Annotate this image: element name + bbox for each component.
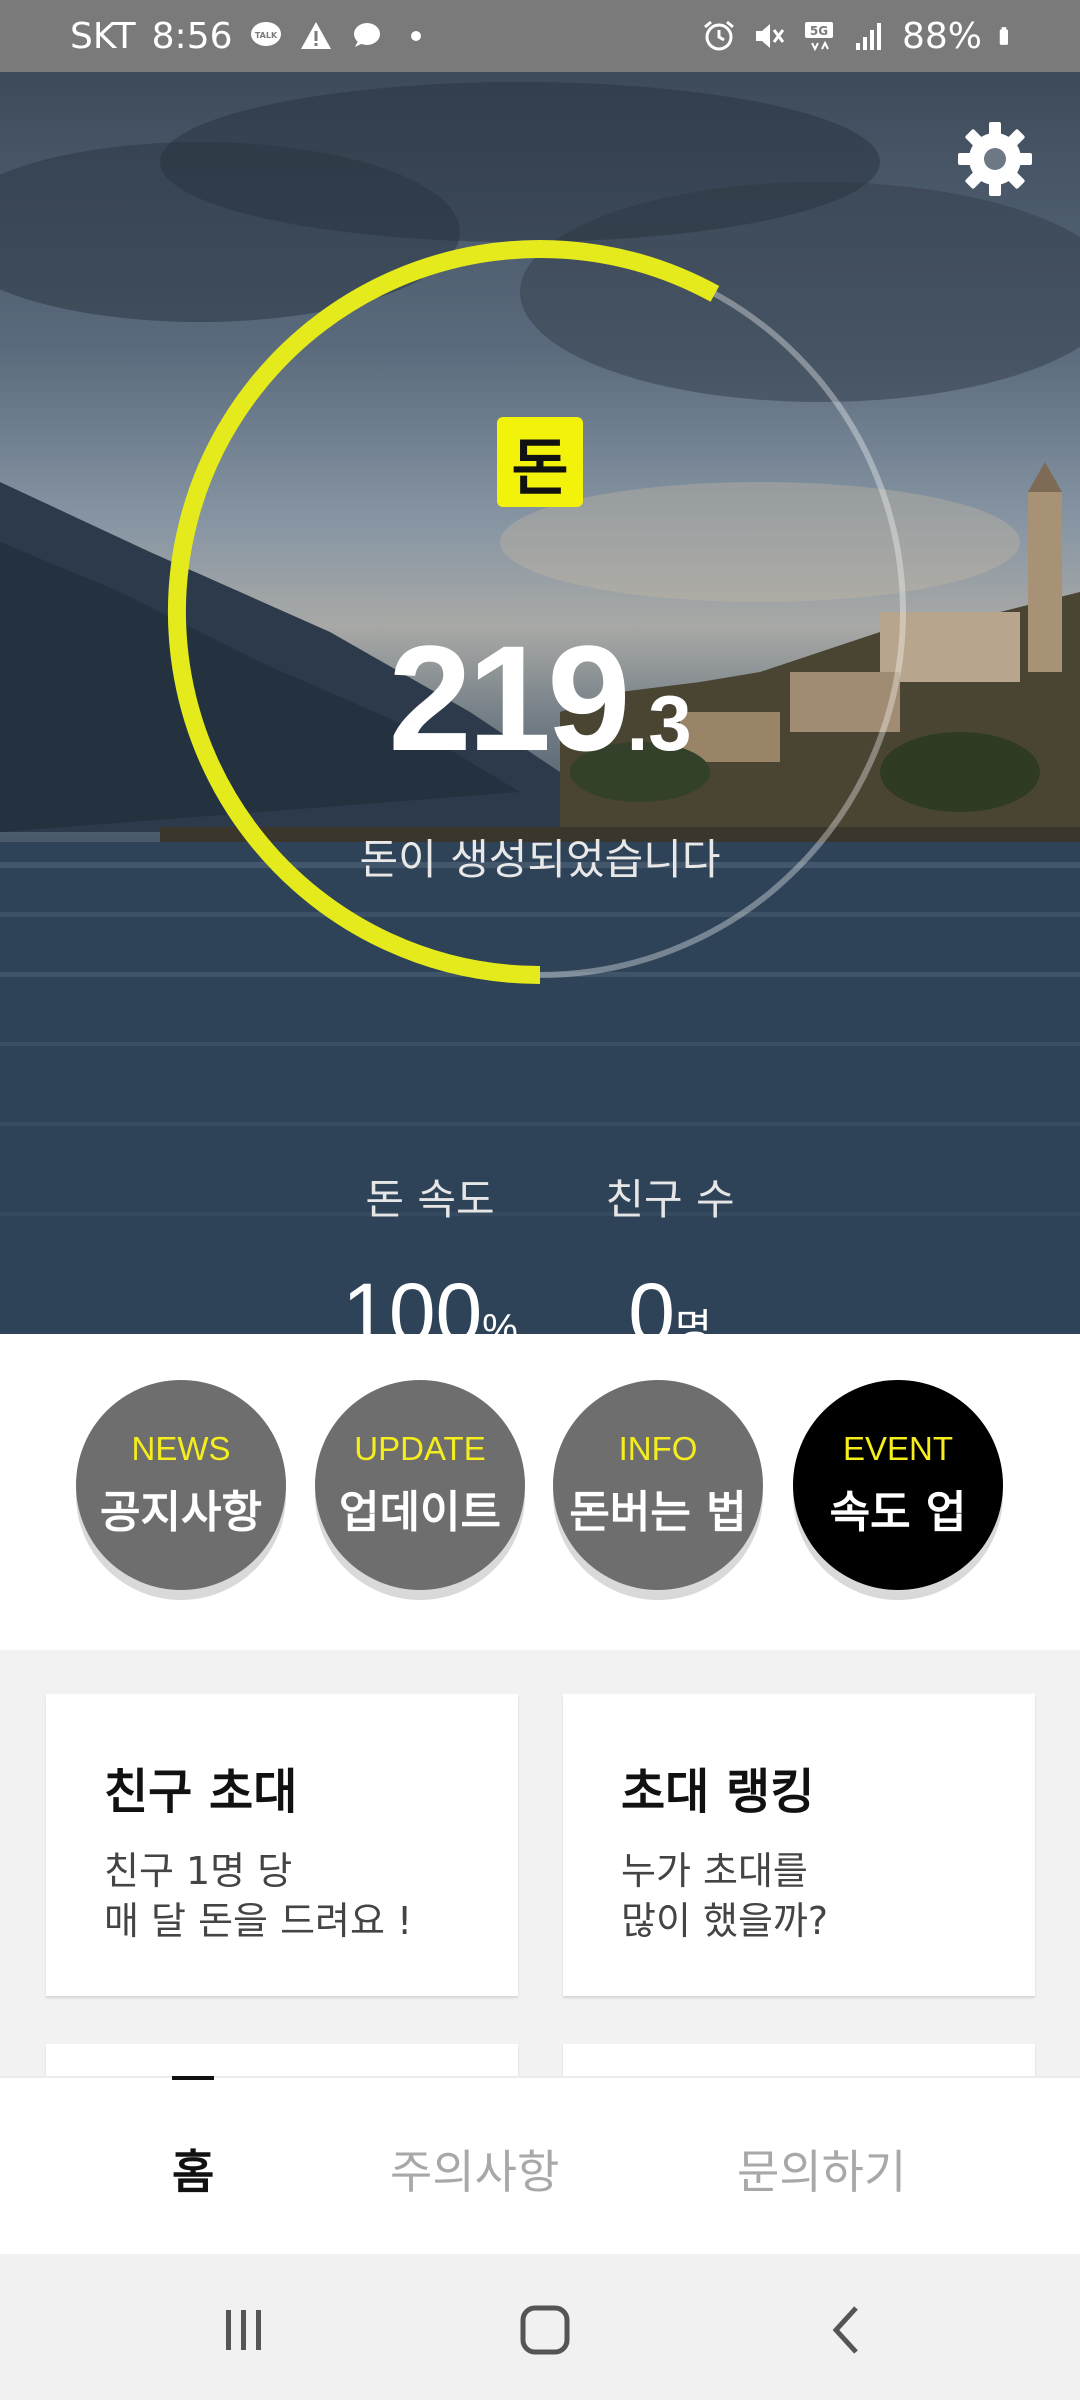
status-left: SKT 8:56 TALK [70, 16, 433, 57]
info-title: 돈버는 법 [569, 1487, 747, 1538]
invite-ranking-title: 초대 랭킹 [621, 1764, 815, 1820]
friend-count-unit: 명 [674, 1307, 712, 1334]
tab-precautions[interactable]: 주의사항 [390, 2136, 559, 2202]
bottom-tab-bar: 홈 주의사항 문의하기 [0, 2076, 1080, 2256]
news-button[interactable]: NEWS 공지사항 [76, 1380, 286, 1590]
invite-ranking-desc-line2: 많이 했을까? [621, 1899, 829, 1943]
event-tag: EVENT [842, 1430, 954, 1467]
menu-button-row: NEWS 공지사항 UPDATE 업데이트 INFO 돈버는 법 EVENT 속… [0, 1334, 1080, 1650]
svg-text:5G: 5G [810, 24, 828, 38]
status-right: 5G 88% [702, 16, 1018, 57]
money-speed-unit: % [482, 1307, 518, 1334]
news-tag: NEWS [131, 1430, 231, 1467]
system-navigation-bar [0, 2254, 1080, 2400]
news-title: 공지사항 [100, 1487, 262, 1538]
money-amount-decimal: .3 [626, 679, 692, 767]
money-badge: 돈 [497, 417, 583, 507]
kakaotalk-icon: TALK [250, 22, 281, 46]
friend-count-stat: 친구 수 0명 [590, 1166, 750, 1334]
event-button[interactable]: EVENT 속도 업 [793, 1380, 1003, 1590]
update-tag: UPDATE [354, 1430, 486, 1467]
info-button[interactable]: INFO 돈버는 법 [553, 1380, 763, 1590]
tab-inquiry[interactable]: 문의하기 [737, 2136, 906, 2202]
friend-count-value: 0 [628, 1266, 675, 1334]
friend-count-value-row: 0명 [590, 1265, 750, 1334]
carrier-label: SKT [70, 15, 136, 57]
invite-friend-desc: 친구 1명 당 매 달 돈을 드려요 ! [104, 1846, 412, 1946]
generated-caption: 돈이 생성되었습니다 [359, 835, 721, 884]
tab-home[interactable]: 홈 [172, 2136, 214, 2202]
money-speed-value: 100 [342, 1266, 483, 1334]
tab-active-indicator [172, 2076, 214, 2080]
invite-ranking-card[interactable]: 초대 랭킹 누가 초대를 많이 했을까? [563, 1694, 1035, 1996]
money-speed-value-row: 100% [340, 1265, 520, 1334]
back-icon[interactable] [818, 2302, 878, 2358]
money-amount: 219.3 [0, 612, 1080, 785]
info-tag: INFO [618, 1430, 698, 1467]
svg-text:TALK: TALK [254, 31, 277, 40]
mute-icon [755, 24, 785, 48]
home-button-icon[interactable] [515, 2302, 575, 2358]
event-title: 속도 업 [829, 1487, 967, 1538]
signal-icon [855, 23, 881, 50]
invite-friend-desc-line1: 친구 1명 당 [104, 1849, 293, 1893]
update-title: 업데이트 [339, 1487, 501, 1538]
update-button[interactable]: UPDATE 업데이트 [315, 1380, 525, 1590]
dot-icon [410, 31, 421, 41]
battery-icon [999, 27, 1008, 45]
clock: 8:56 [151, 15, 233, 57]
warning-icon [300, 22, 331, 49]
invite-ranking-desc-line1: 누가 초대를 [621, 1849, 808, 1893]
alarm-icon [704, 20, 734, 51]
money-speed-stat: 돈 속도 100% [340, 1166, 520, 1334]
chat-icon [353, 23, 380, 47]
friend-count-label: 친구 수 [605, 1175, 735, 1224]
recent-apps-icon[interactable] [214, 2302, 274, 2358]
battery-percent: 88% [901, 15, 982, 57]
money-amount-integer: 219 [388, 614, 630, 782]
invite-friend-card[interactable]: 친구 초대 친구 1명 당 매 달 돈을 드려요 ! [46, 1694, 518, 1996]
invite-ranking-desc: 누가 초대를 많이 했을까? [621, 1846, 828, 1946]
5g-icon: 5G [804, 22, 833, 52]
status-bar: SKT 8:56 TALK 5G 88% [0, 0, 1080, 72]
settings-gear-icon[interactable] [954, 118, 1036, 200]
money-speed-label: 돈 속도 [365, 1175, 495, 1224]
invite-friend-desc-line2: 매 달 돈을 드려요 ! [104, 1899, 413, 1943]
invite-friend-title: 친구 초대 [104, 1764, 298, 1820]
hero-panel: 돈 219.3 돈이 생성되었습니다 돈 속도 100% 친구 수 0명 [0, 72, 1080, 1334]
